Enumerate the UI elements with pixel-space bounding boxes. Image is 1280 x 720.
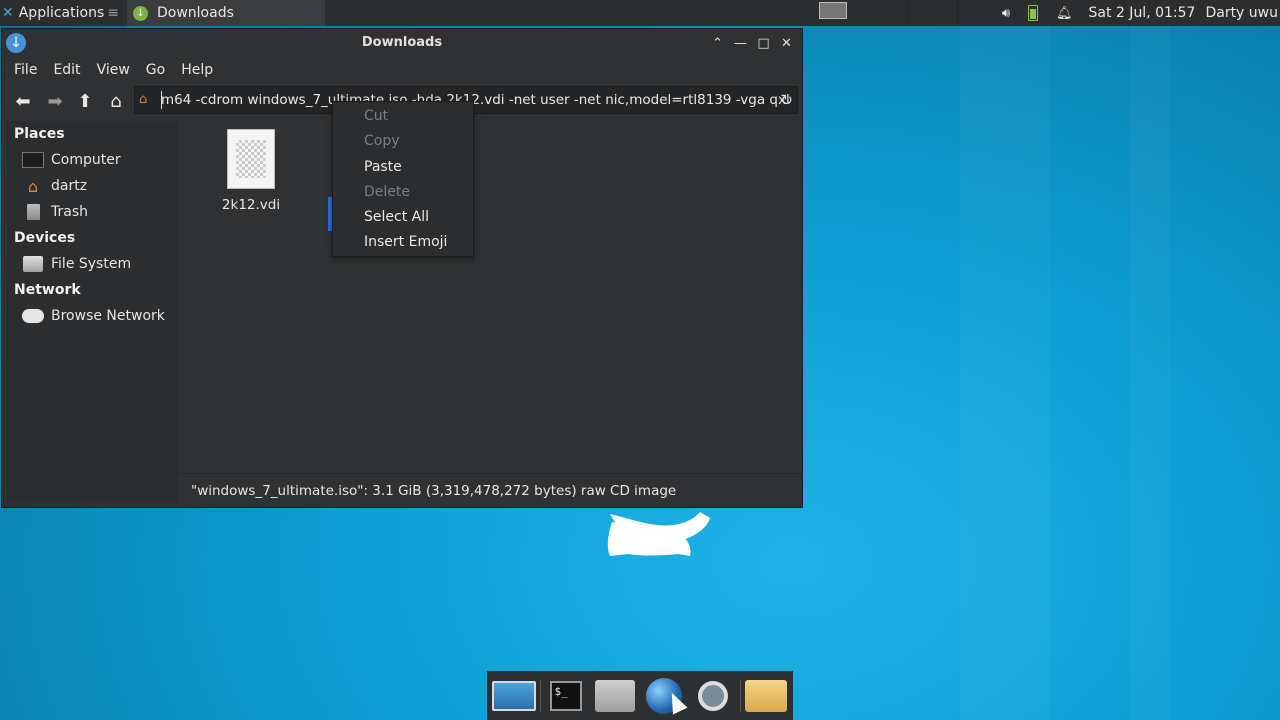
- menu-file[interactable]: File: [6, 62, 45, 78]
- workspace-switcher[interactable]: [819, 2, 847, 19]
- notification-bell-icon[interactable]: 🔔︎: [1056, 6, 1073, 21]
- sidebar-section-devices: Devices: [14, 230, 76, 246]
- file-item[interactable]: 2k12.vdi: [216, 129, 286, 213]
- volume-icon[interactable]: 🔊︎: [1002, 6, 1010, 21]
- battery-icon[interactable]: [1028, 5, 1039, 21]
- terminal-icon[interactable]: $_: [544, 676, 589, 716]
- menu-arrow-icon: ≡: [107, 5, 119, 21]
- trash-icon: [22, 203, 44, 221]
- close-button[interactable]: ✕: [775, 33, 798, 53]
- menu-edit[interactable]: Edit: [45, 62, 88, 78]
- user-menu[interactable]: Darty uwu: [1205, 5, 1278, 21]
- context-menu-paste[interactable]: Paste: [333, 155, 473, 180]
- xfce-logo-icon: ✕: [2, 5, 14, 21]
- up-arrow-icon[interactable]: ⬆: [72, 90, 98, 112]
- location-text: m64 -cdrom windows_7_ultimate.iso -hda 2…: [161, 92, 790, 108]
- search-icon[interactable]: [691, 676, 736, 716]
- window-controls: ⌃ — □ ✕: [706, 33, 798, 53]
- reload-icon[interactable]: ↻: [780, 91, 793, 109]
- computer-icon: [22, 151, 44, 169]
- desktop-stripe: [1130, 26, 1170, 720]
- context-menu-cut[interactable]: Cut: [333, 104, 473, 129]
- sidebar-item-home[interactable]: ⌂ dartz: [6, 173, 178, 199]
- context-menu-insert-emoji[interactable]: Insert Emoji: [333, 230, 473, 255]
- minimize-button[interactable]: —: [729, 33, 752, 53]
- status-bar: "windows_7_ultimate.iso": 3.1 GiB (3,319…: [178, 473, 802, 507]
- download-icon: ↓: [133, 5, 148, 21]
- context-menu-select-all[interactable]: Select All: [333, 205, 473, 230]
- sidebar-item-computer[interactable]: Computer: [6, 147, 178, 173]
- file-icon: [227, 129, 275, 189]
- home-folder-icon: ⌂: [139, 92, 148, 107]
- clock[interactable]: Sat 2 Jul, 01:57: [1089, 5, 1196, 21]
- sidebar-item-file-system[interactable]: File System: [6, 251, 178, 277]
- system-tray: 🔊︎ 🔔︎ Sat 2 Jul, 01:57 Darty uwu: [994, 0, 1280, 26]
- sidebar-item-label: dartz: [51, 178, 88, 194]
- menubar: File Edit View Go Help: [2, 57, 802, 83]
- menu-go[interactable]: Go: [138, 62, 173, 78]
- sidebar-item-label: File System: [51, 256, 132, 272]
- context-menu-delete[interactable]: Delete: [333, 180, 473, 205]
- maximize-button[interactable]: □: [752, 33, 775, 53]
- desktop-icon[interactable]: [491, 676, 536, 716]
- dock-separator: [739, 679, 741, 712]
- taskbar-item-downloads[interactable]: ↓ Downloads: [127, 0, 325, 26]
- sidebar-section-places: Places: [14, 126, 65, 142]
- file-manager-icon[interactable]: [744, 676, 789, 716]
- file-manager-window: ↓ Downloads ⌃ — □ ✕ File Edit View Go He…: [1, 28, 803, 508]
- context-menu: Cut Copy Paste Delete Select All Insert …: [332, 101, 474, 257]
- dock-separator: [540, 679, 541, 712]
- applications-label: Applications: [18, 5, 105, 21]
- home-icon: ⌂: [27, 176, 39, 196]
- cloud-icon: [22, 307, 44, 325]
- taskbar-item-label: Downloads: [157, 5, 234, 21]
- context-menu-copy[interactable]: Copy: [333, 129, 473, 154]
- sidebar-item-label: Browse Network: [51, 308, 165, 324]
- dock: $_: [487, 671, 793, 720]
- drive-icon: [22, 255, 44, 273]
- menu-help[interactable]: Help: [173, 62, 221, 78]
- workspace-area: [860, 0, 960, 26]
- workspace-slot[interactable]: [909, 0, 958, 26]
- file-name: 2k12.vdi: [221, 197, 281, 213]
- applications-menu-button[interactable]: ✕ Applications ≡: [0, 0, 125, 26]
- menu-view[interactable]: View: [89, 62, 138, 78]
- sidebar-item-browse-network[interactable]: Browse Network: [6, 303, 178, 329]
- workspace-slot[interactable]: [860, 0, 909, 26]
- window-titlebar[interactable]: ↓ Downloads ⌃ — □ ✕: [2, 29, 802, 57]
- text-cursor: [161, 91, 162, 109]
- desktop-stripe: [960, 26, 1050, 720]
- forward-arrow-icon[interactable]: ➡: [42, 90, 68, 112]
- sidebar-section-network: Network: [14, 282, 81, 298]
- sidebar-item-label: Computer: [51, 152, 121, 168]
- back-arrow-icon[interactable]: ⬅: [10, 90, 36, 112]
- sidebar: Places Computer ⌂ dartz Trash Devices Fi…: [6, 121, 178, 503]
- home-folder-icon[interactable]: [593, 676, 638, 716]
- file-view[interactable]: 2k12.vdi: [178, 121, 802, 473]
- window-title: Downloads: [361, 35, 443, 50]
- shade-button[interactable]: ⌃: [706, 33, 729, 53]
- home-icon[interactable]: ⌂: [103, 90, 129, 112]
- sidebar-item-label: Trash: [51, 204, 88, 220]
- sidebar-item-trash[interactable]: Trash: [6, 199, 178, 225]
- xfce-mouse-logo: [607, 512, 710, 556]
